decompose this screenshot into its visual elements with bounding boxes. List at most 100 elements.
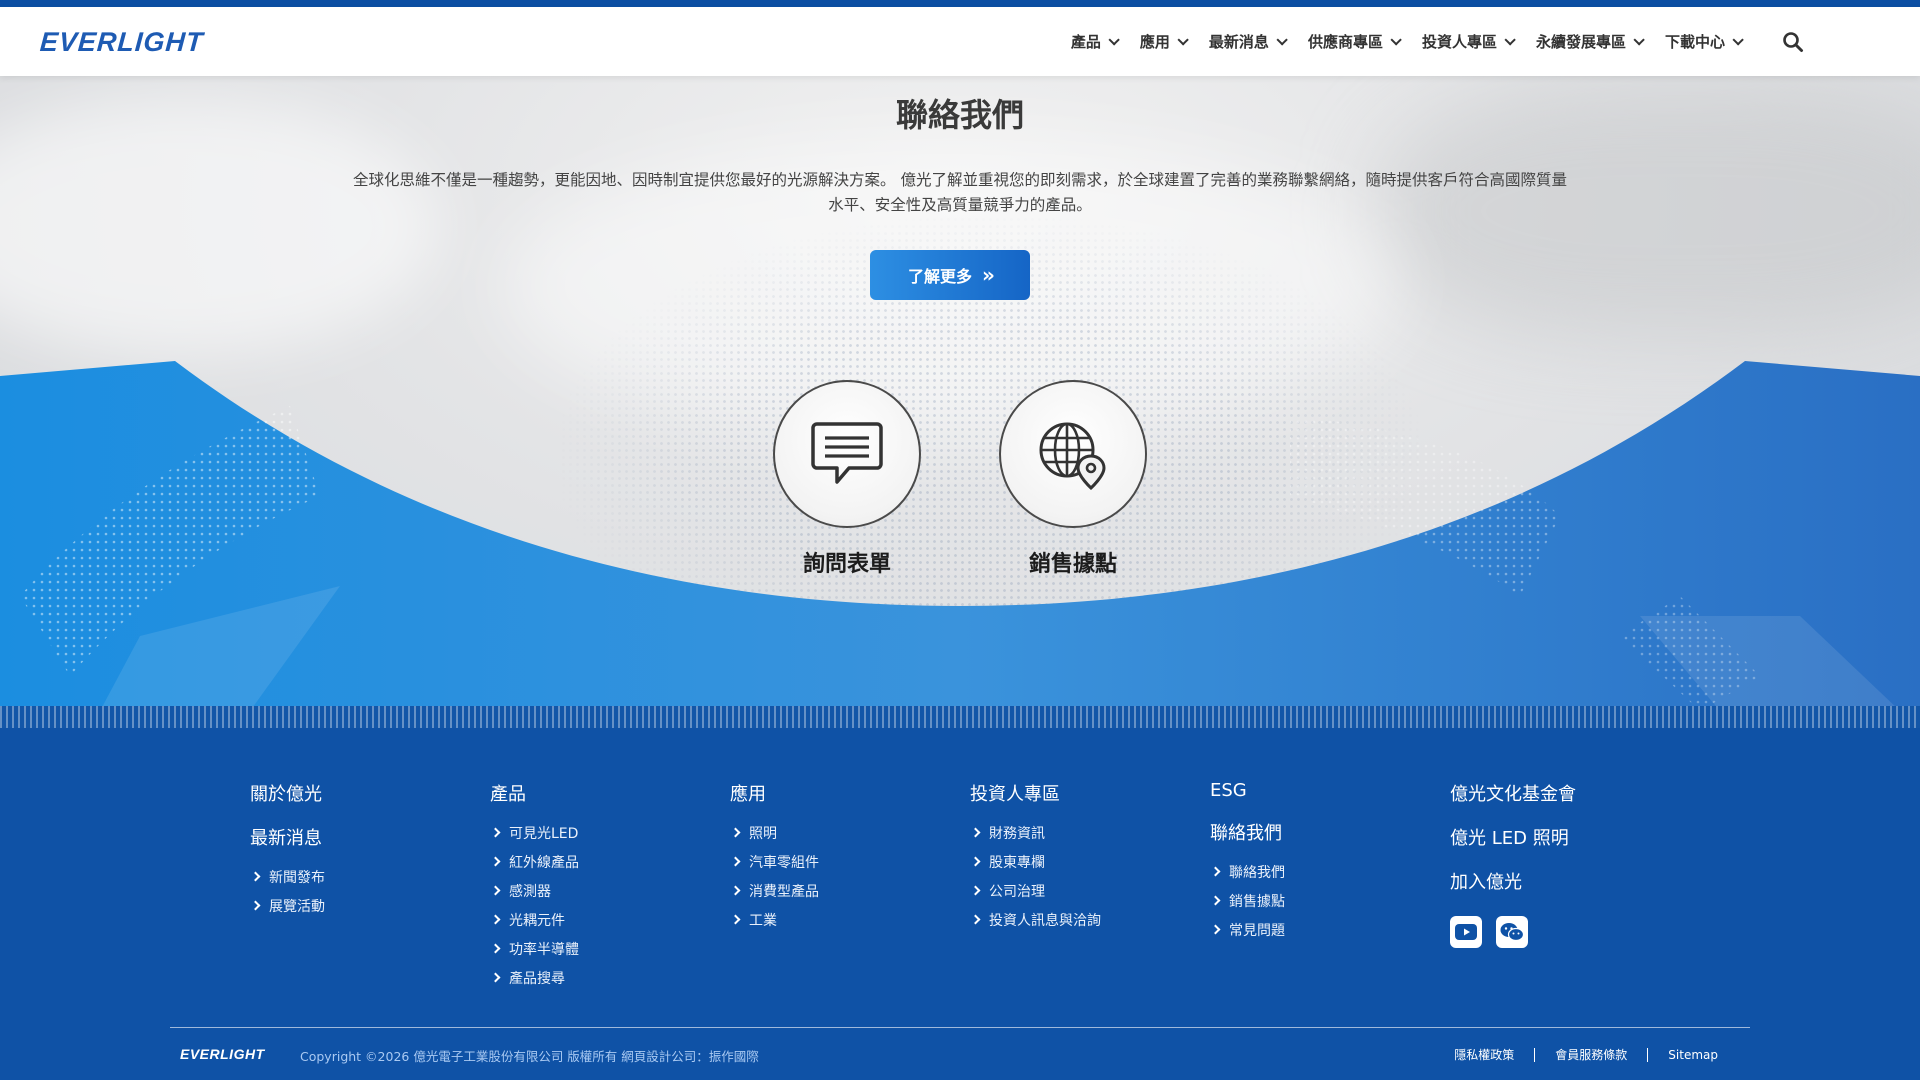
chevron-down-icon	[1276, 33, 1288, 46]
footer-logo[interactable]: EVERLIGHT	[180, 1046, 265, 1062]
nav-item-suppliers[interactable]: 供應商專區	[1308, 31, 1402, 52]
chevron-right-icon	[490, 856, 501, 867]
wechat-icon[interactable]	[1496, 916, 1528, 948]
footer-link[interactable]: 紅外線產品	[490, 847, 579, 876]
inquiry-form-card[interactable]	[773, 380, 921, 528]
top-accent-strip	[0, 0, 1920, 7]
footer-heading-news[interactable]: 最新消息	[250, 824, 325, 850]
chevron-right-icon	[490, 827, 501, 838]
chevron-right-icon	[490, 943, 501, 954]
member-terms-link[interactable]: 會員服務條款	[1555, 1046, 1627, 1063]
chevron-right-icon	[730, 856, 741, 867]
footer-heading-led-lighting[interactable]: 億光 LED 照明	[1450, 824, 1576, 850]
chevron-right-icon	[730, 827, 741, 838]
nav-item-news[interactable]: 最新消息	[1209, 31, 1288, 52]
chevron-down-icon	[1732, 33, 1744, 46]
privacy-policy-link[interactable]: 隱私權政策	[1454, 1046, 1514, 1063]
footer-heading-careers[interactable]: 加入億光	[1450, 868, 1576, 894]
copyright-text: Copyright ©2026 億光電子工業股份有限公司 版權所有 網頁設計公司…	[300, 1049, 759, 1064]
chevron-down-icon	[1177, 33, 1189, 46]
chevron-right-icon	[250, 900, 261, 911]
footer-link[interactable]: 照明	[730, 818, 819, 847]
learn-more-button[interactable]: 了解更多 »	[870, 250, 1030, 300]
footer-link[interactable]: 聯絡我們	[1210, 857, 1285, 886]
nav-item-applications[interactable]: 應用	[1140, 31, 1189, 52]
dotted-divider-band	[0, 706, 1920, 728]
double-chevron-right-icon: »	[982, 263, 995, 287]
footer-heading-products[interactable]: 產品	[490, 780, 579, 806]
footer-heading-contact[interactable]: 聯絡我們	[1210, 819, 1285, 845]
footer-link[interactable]: 功率半導體	[490, 934, 579, 963]
footer-link[interactable]: 消費型產品	[730, 876, 819, 905]
footer-link[interactable]: 財務資訊	[970, 818, 1101, 847]
chat-icon	[811, 422, 883, 484]
legal-links: 隱私權政策 會員服務條款 Sitemap	[1454, 1046, 1718, 1063]
chevron-right-icon	[250, 871, 261, 882]
nav-item-products[interactable]: 產品	[1071, 31, 1120, 52]
chevron-right-icon	[970, 914, 981, 925]
chevron-right-icon	[490, 972, 501, 983]
chevron-right-icon	[490, 885, 501, 896]
footer-column-applications: 應用 照明 汽車零組件 消費型產品 工業	[730, 780, 819, 934]
chevron-right-icon	[970, 827, 981, 838]
chevron-right-icon	[730, 885, 741, 896]
youtube-icon[interactable]	[1450, 916, 1482, 948]
legal-separator	[1647, 1047, 1649, 1062]
chevron-right-icon	[970, 885, 981, 896]
footer-link[interactable]: 感測器	[490, 876, 579, 905]
sitemap-link[interactable]: Sitemap	[1668, 1048, 1718, 1062]
footer-heading-foundation[interactable]: 億光文化基金會	[1450, 780, 1576, 806]
footer-link[interactable]: 汽車零組件	[730, 847, 819, 876]
footer-link[interactable]: 新聞發布	[250, 862, 325, 891]
main-nav: 產品 應用 最新消息 供應商專區 投資人專區 永續發展專區 下載中心	[1071, 7, 1744, 76]
footer-link[interactable]: 銷售據點	[1210, 886, 1285, 915]
sales-locations-card[interactable]	[999, 380, 1147, 528]
nav-item-sustainability[interactable]: 永續發展專區	[1536, 31, 1645, 52]
footer-column-products: 產品 可見光LED 紅外線產品 感測器 光耦元件 功率半導體 產品搜尋	[490, 780, 579, 992]
footer-heading-about[interactable]: 關於億光	[250, 780, 325, 806]
chevron-right-icon	[1210, 924, 1221, 935]
footer-link[interactable]: 投資人訊息與洽詢	[970, 905, 1101, 934]
learn-more-label: 了解更多	[908, 267, 973, 286]
footer-column-foundation: 億光文化基金會 億光 LED 照明 加入億光	[1450, 780, 1576, 948]
chevron-right-icon	[730, 914, 741, 925]
chevron-right-icon	[970, 856, 981, 867]
footer-divider	[170, 1027, 1750, 1028]
footer-column-investors: 投資人專區 財務資訊 股東專欄 公司治理 投資人訊息與洽詢	[970, 780, 1101, 934]
nav-item-downloads[interactable]: 下載中心	[1665, 31, 1744, 52]
footer-link[interactable]: 光耦元件	[490, 905, 579, 934]
chevron-right-icon	[490, 914, 501, 925]
chevron-down-icon	[1390, 33, 1402, 46]
social-links	[1450, 916, 1576, 948]
footer-heading-applications[interactable]: 應用	[730, 780, 819, 806]
footer-link[interactable]: 產品搜尋	[490, 963, 579, 992]
footer-column-esg: ESG 聯絡我們 聯絡我們 銷售據點 常見問題	[1210, 780, 1285, 944]
footer-link[interactable]: 展覽活動	[250, 891, 325, 920]
chevron-right-icon	[1210, 895, 1221, 906]
footer-link[interactable]: 工業	[730, 905, 819, 934]
brand-logo-text: EVERLIGHT	[38, 26, 205, 57]
legal-separator	[1534, 1047, 1536, 1062]
footer-link[interactable]: 公司治理	[970, 876, 1101, 905]
footer-link[interactable]: 常見問題	[1210, 915, 1285, 944]
footer-heading-investors[interactable]: 投資人專區	[970, 780, 1101, 806]
chevron-right-icon	[1210, 866, 1221, 877]
globe-location-icon	[1039, 422, 1106, 491]
footer-heading-esg[interactable]: ESG	[1210, 780, 1285, 801]
footer-link[interactable]: 股東專欄	[970, 847, 1101, 876]
hero-description: 全球化思維不僅是一種趨勢，更能因地、因時制宜提供您最好的光源解決方案。 億光了解…	[353, 171, 1567, 214]
chevron-down-icon	[1108, 33, 1120, 46]
site-header: EVERLIGHT 產品 應用 最新消息 供應商專區 投資人專區 永續發展專區 …	[0, 7, 1920, 76]
chevron-down-icon	[1633, 33, 1645, 46]
sales-locations-label[interactable]: 銷售據點	[973, 546, 1173, 578]
nav-item-investors[interactable]: 投資人專區	[1422, 31, 1516, 52]
brand-logo[interactable]: EVERLIGHT	[39, 27, 205, 57]
footer-link[interactable]: 可見光LED	[490, 818, 579, 847]
chevron-down-icon	[1504, 33, 1516, 46]
search-icon[interactable]	[1782, 31, 1804, 53]
page-title: 聯絡我們	[895, 96, 1024, 134]
site-footer: 關於億光 最新消息 新聞發布 展覽活動 產品 可見光LED 紅外線產品 感測器 …	[0, 728, 1920, 1080]
footer-column-about: 關於億光 最新消息 新聞發布 展覽活動	[250, 780, 325, 920]
inquiry-form-label[interactable]: 詢問表單	[747, 546, 947, 578]
contact-hero: 聯絡我們 全球化思維不僅是一種趨勢，更能因地、因時制宜提供您最好的光源解決方案。…	[0, 76, 1920, 711]
